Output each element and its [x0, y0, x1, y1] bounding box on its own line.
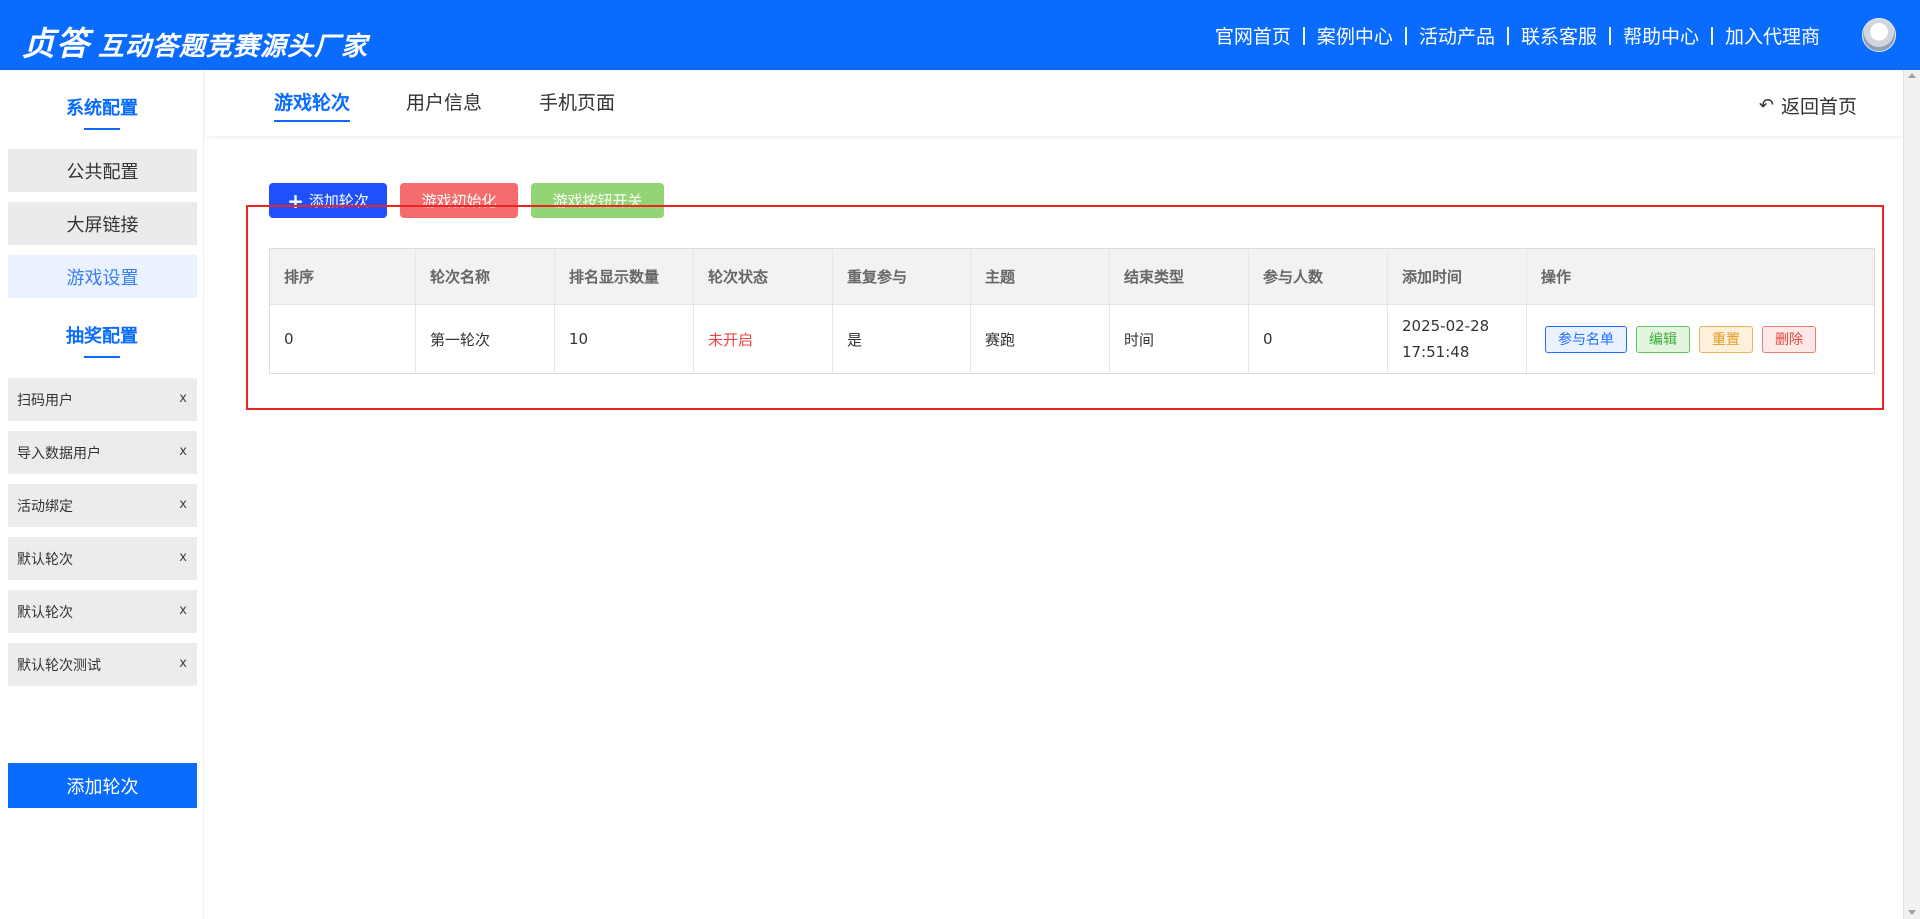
sidebar-section-lottery: 抽奖配置 [0, 322, 204, 358]
nav-separator [1302, 26, 1305, 45]
section-underline [84, 356, 120, 358]
brand[interactable]: 贞答 互动答题竞赛源头厂家 [22, 17, 368, 63]
lottery-item-default-round-test[interactable]: 默认轮次测试 x [8, 643, 197, 686]
plus-icon: + [287, 188, 304, 213]
top-nav: 官网首页 案例中心 活动产品 联系客服 帮助中心 加入代理商 [1203, 22, 1832, 49]
vertical-scrollbar[interactable] [1903, 70, 1920, 919]
lottery-item-activity-bind[interactable]: 活动绑定 x [8, 484, 197, 527]
cell-operations: 参与名单 编辑 重置 删除 [1527, 305, 1874, 373]
sidebar-item-public-config[interactable]: 公共配置 [8, 149, 197, 192]
column-header: 操作 [1541, 268, 1572, 286]
sidebar-section-system: 系统配置 [0, 94, 204, 130]
lottery-item-label: 默认轮次测试 [17, 657, 101, 674]
add-round-label: 添加轮次 [308, 192, 369, 210]
close-icon[interactable]: x [179, 656, 187, 671]
edit-button[interactable]: 编辑 [1636, 325, 1690, 353]
cell-status: 未开启 [694, 305, 833, 373]
column-header: 重复参与 [833, 249, 971, 304]
lottery-item-label: 默认轮次 [17, 604, 73, 621]
column-header: 参与人数 [1249, 249, 1388, 304]
undo-icon: ↶ [1758, 95, 1774, 116]
tab-game-rounds[interactable]: 游戏轮次 [274, 88, 351, 122]
close-icon[interactable]: x [179, 444, 187, 459]
top-header: 贞答 互动答题竞赛源头厂家 官网首页 案例中心 活动产品 联系客服 帮助中心 加… [0, 0, 1920, 70]
cell-order: 0 [270, 305, 416, 373]
scroll-up-icon[interactable] [1908, 73, 1916, 78]
column-header: 添加时间 [1388, 249, 1527, 304]
cell-theme: 赛跑 [971, 305, 1110, 373]
table-row: 0 第一轮次 10 未开启 是 赛跑 时间 0 2025-02-28 17:51… [270, 304, 1874, 373]
delete-button[interactable]: 删除 [1762, 325, 1816, 353]
user-avatar[interactable] [1862, 18, 1896, 52]
rounds-table: 排序 轮次名称 排名显示数量 轮次状态 重复参与 主题 结束类型 参与人数 添加… [269, 248, 1875, 374]
lottery-item-label: 默认轮次 [17, 551, 73, 568]
lottery-item-default-round-2[interactable]: 默认轮次 x [8, 590, 197, 633]
scroll-down-icon[interactable] [1908, 910, 1916, 915]
sidebar-item-screen-link[interactable]: 大屏链接 [8, 202, 197, 245]
lottery-item-default-round[interactable]: 默认轮次 x [8, 537, 197, 580]
tab-user-info[interactable]: 用户信息 [406, 88, 482, 115]
lottery-item-scan-users[interactable]: 扫码用户 x [8, 378, 197, 421]
nav-cases[interactable]: 案例中心 [1305, 22, 1405, 49]
nav-products[interactable]: 活动产品 [1407, 22, 1507, 49]
nav-home[interactable]: 官网首页 [1203, 22, 1303, 49]
cell-round-name: 第一轮次 [416, 305, 555, 373]
content-tabs: 游戏轮次 用户信息 手机页面 ↶ 返回首页 [206, 70, 1903, 136]
brand-slogan: 互动答题竞赛源头厂家 [98, 32, 369, 62]
column-header: 主题 [971, 249, 1110, 304]
section-title-system: 系统配置 [66, 98, 138, 119]
nav-help[interactable]: 帮助中心 [1611, 22, 1711, 49]
back-home-label: 返回首页 [1780, 96, 1857, 118]
lottery-item-label: 扫码用户 [17, 392, 73, 409]
cell-repeat: 是 [833, 305, 971, 373]
column-header: 排序 [270, 249, 416, 304]
sidebar-add-round-button[interactable]: 添加轮次 [8, 763, 197, 808]
init-game-button[interactable]: 游戏初始化 [400, 183, 518, 218]
nav-separator [1608, 26, 1611, 45]
nav-separator [1404, 26, 1407, 45]
close-icon[interactable]: x [179, 497, 187, 512]
cell-added-time: 2025-02-28 17:51:48 [1388, 305, 1527, 373]
game-toggle-button[interactable]: 游戏按钮开关 [531, 183, 664, 218]
section-underline [84, 128, 120, 130]
lottery-item-import-users[interactable]: 导入数据用户 x [8, 431, 197, 474]
column-header: 轮次状态 [694, 249, 833, 304]
sidebar-item-game-settings[interactable]: 游戏设置 [8, 255, 197, 298]
cell-participants: 0 [1249, 305, 1388, 373]
sidebar: 系统配置 公共配置 大屏链接 游戏设置 抽奖配置 扫码用户 x 导入数据用户 x… [0, 70, 204, 919]
reset-button[interactable]: 重置 [1699, 325, 1753, 353]
section-title-lottery: 抽奖配置 [66, 326, 138, 347]
participants-list-button[interactable]: 参与名单 [1545, 325, 1627, 353]
close-icon[interactable]: x [179, 391, 187, 406]
close-icon[interactable]: x [179, 603, 187, 618]
cell-end-type: 时间 [1110, 305, 1249, 373]
tab-mobile-page[interactable]: 手机页面 [539, 88, 615, 115]
column-header: 结束类型 [1110, 249, 1249, 304]
add-round-button[interactable]: + 添加轮次 [269, 183, 387, 218]
cell-rank-count: 10 [555, 305, 694, 373]
column-header: 排名显示数量 [555, 249, 694, 304]
nav-agent[interactable]: 加入代理商 [1713, 22, 1832, 49]
nav-separator [1710, 26, 1713, 45]
close-icon[interactable]: x [179, 550, 187, 565]
brand-logo: 贞答 [22, 24, 90, 63]
lottery-item-label: 导入数据用户 [17, 445, 101, 462]
table-header: 排序 轮次名称 排名显示数量 轮次状态 重复参与 主题 结束类型 参与人数 添加… [270, 249, 1874, 304]
column-header: 轮次名称 [416, 249, 555, 304]
nav-separator [1506, 26, 1509, 45]
nav-support[interactable]: 联系客服 [1509, 22, 1609, 49]
lottery-item-label: 活动绑定 [17, 498, 73, 515]
back-home-link[interactable]: ↶ 返回首页 [1759, 92, 1857, 119]
